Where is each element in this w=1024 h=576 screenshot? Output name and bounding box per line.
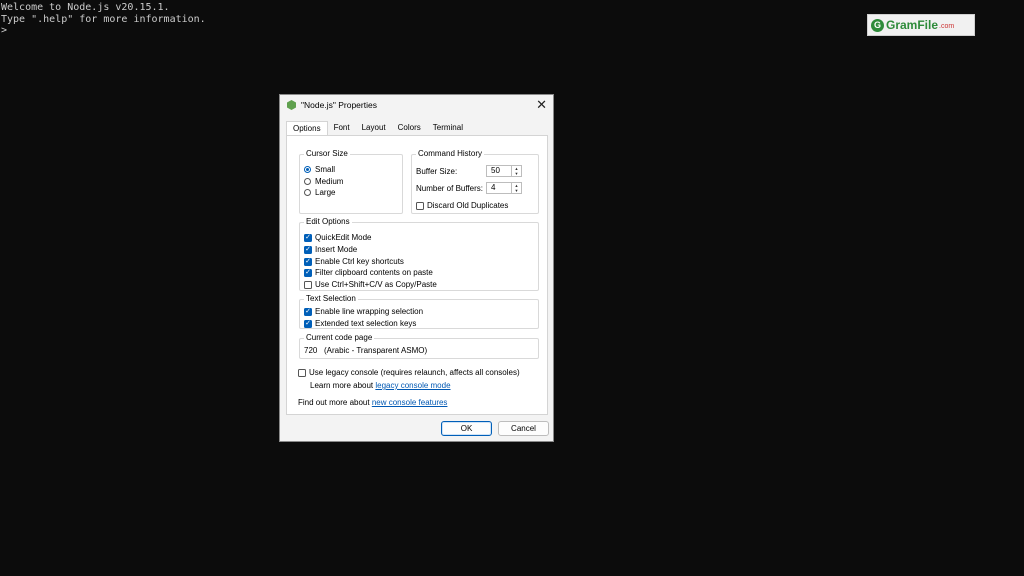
cursor-size-group: Cursor Size Small Medium Large (299, 149, 403, 214)
num-buffers-label: Number of Buffers: (416, 184, 483, 193)
text-selection-title: Text Selection (304, 294, 358, 303)
num-buffers-stepper[interactable]: 4 ▲ ▼ (486, 182, 522, 194)
dialog-title: "Node.js" Properties (301, 100, 377, 110)
num-buffers-input[interactable]: 4 (486, 182, 512, 194)
tab-layout[interactable]: Layout (356, 121, 392, 136)
ctrl-shortcuts-label: Enable Ctrl key shortcuts (315, 257, 404, 266)
buffer-size-input[interactable]: 50 (486, 165, 512, 177)
line-wrapping-label: Enable line wrapping selection (315, 307, 424, 316)
buffer-size-label: Buffer Size: (416, 167, 458, 176)
edit-options-title: Edit Options (304, 217, 352, 226)
filter-clipboard-checkbox[interactable]: ✓ (304, 268, 312, 277)
discard-duplicates-row[interactable]: Discard Old Duplicates (416, 201, 508, 210)
learn-more-line: Learn more about legacy console mode (310, 381, 451, 390)
cursor-size-title: Cursor Size (304, 149, 350, 158)
copy-paste-label: Use Ctrl+Shift+C/V as Copy/Paste (315, 280, 437, 289)
watermark: G GramFile .com (867, 14, 975, 36)
tab-font[interactable]: Font (328, 121, 356, 136)
extended-keys-checkbox[interactable]: ✓ (304, 319, 312, 328)
gramfile-logo-icon: G (871, 18, 884, 32)
watermark-name: GramFile (886, 18, 939, 32)
discard-duplicates-label: Discard Old Duplicates (427, 201, 509, 210)
radio-medium-label: Medium (315, 177, 344, 186)
extended-keys-row[interactable]: ✓ Extended text selection keys (304, 319, 416, 328)
options-panel: Cursor Size Small Medium Large Command H… (286, 135, 548, 415)
line-wrapping-row[interactable]: ✓ Enable line wrapping selection (304, 307, 423, 316)
radio-small[interactable]: Small (304, 165, 335, 174)
learn-more-prefix: Learn more about (310, 381, 376, 390)
legacy-console-link[interactable]: legacy console mode (375, 381, 450, 390)
quickedit-row[interactable]: ✓ QuickEdit Mode (304, 233, 371, 242)
copy-paste-row[interactable]: Use Ctrl+Shift+C/V as Copy/Paste (304, 280, 437, 289)
radio-large-label: Large (315, 188, 336, 197)
text-selection-group: Text Selection ✓ Enable line wrapping se… (299, 294, 539, 329)
radio-medium[interactable]: Medium (304, 177, 343, 186)
spin-down-icon[interactable]: ▼ (512, 171, 521, 176)
tab-colors[interactable]: Colors (392, 121, 427, 136)
filter-clipboard-label: Filter clipboard contents on paste (315, 268, 433, 277)
radio-large-button[interactable] (304, 189, 311, 196)
code-page-group: Current code page 720 (Arabic - Transpar… (299, 333, 539, 359)
filter-clipboard-row[interactable]: ✓ Filter clipboard contents on paste (304, 268, 433, 277)
edit-options-group: Edit Options ✓ QuickEdit Mode ✓ Insert M… (299, 217, 539, 291)
ctrl-shortcuts-row[interactable]: ✓ Enable Ctrl key shortcuts (304, 257, 404, 266)
quickedit-label: QuickEdit Mode (315, 233, 372, 242)
code-page-title: Current code page (304, 333, 375, 342)
radio-small-label: Small (315, 165, 336, 174)
radio-large[interactable]: Large (304, 188, 335, 197)
insert-mode-row[interactable]: ✓ Insert Mode (304, 245, 357, 254)
quickedit-checkbox[interactable]: ✓ (304, 233, 312, 242)
line-wrapping-checkbox[interactable]: ✓ (304, 307, 312, 316)
code-page-value: 720 (Arabic - Transparent ASMO) (304, 346, 428, 355)
find-out-line: Find out more about new console features (298, 398, 447, 407)
copy-paste-checkbox[interactable] (304, 280, 312, 289)
console-output: Welcome to Node.js v20.15.1. Type ".help"… (1, 2, 206, 37)
command-history-title: Command History (416, 149, 485, 158)
spin-down-icon[interactable]: ▼ (512, 188, 521, 193)
find-out-prefix: Find out more about (298, 398, 372, 407)
console-prompt[interactable]: > (1, 25, 206, 37)
new-features-link[interactable]: new console features (372, 398, 448, 407)
radio-small-button[interactable] (304, 166, 311, 173)
legacy-console-row[interactable]: Use legacy console (requires relaunch, a… (298, 368, 520, 377)
insert-mode-label: Insert Mode (315, 245, 358, 254)
extended-keys-label: Extended text selection keys (315, 319, 417, 328)
watermark-suffix: .com (939, 22, 955, 30)
nodejs-icon (287, 100, 296, 110)
dialog-titlebar[interactable]: "Node.js" Properties ✕ (280, 95, 553, 115)
command-history-group: Command History Buffer Size: 50 ▲ ▼ Numbe… (411, 149, 539, 214)
legacy-console-label: Use legacy console (requires relaunch, a… (309, 368, 520, 377)
console-help-line: Type ".help" for more information. (1, 13, 206, 25)
buffer-size-stepper[interactable]: 50 ▲ ▼ (486, 165, 522, 177)
insert-mode-checkbox[interactable]: ✓ (304, 245, 312, 254)
ok-button[interactable]: OK (441, 421, 492, 436)
close-icon[interactable]: ✕ (536, 98, 547, 111)
ctrl-shortcuts-checkbox[interactable]: ✓ (304, 257, 312, 266)
radio-medium-button[interactable] (304, 178, 311, 185)
tab-bar: Options Font Layout Colors Terminal (286, 121, 469, 136)
tab-options[interactable]: Options (286, 121, 328, 136)
properties-dialog: "Node.js" Properties ✕ Options Font Layo… (279, 94, 554, 442)
cancel-button[interactable]: Cancel (498, 421, 549, 436)
legacy-console-checkbox[interactable] (298, 368, 306, 377)
console-welcome-line: Welcome to Node.js v20.15.1. (1, 2, 170, 13)
discard-duplicates-checkbox[interactable] (416, 201, 424, 210)
tab-terminal[interactable]: Terminal (427, 121, 469, 136)
